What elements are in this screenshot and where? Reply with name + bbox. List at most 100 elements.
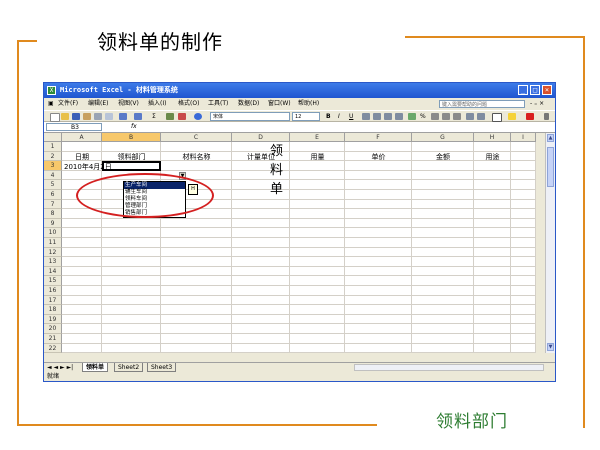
cell[interactable] <box>232 324 290 334</box>
row-header[interactable]: 11 <box>44 238 62 248</box>
cell[interactable] <box>62 324 102 334</box>
sort-icon[interactable] <box>166 113 174 120</box>
cell[interactable] <box>290 276 345 286</box>
row-header[interactable]: 5 <box>44 180 62 190</box>
menu-insert[interactable]: 插入(I) <box>148 98 166 110</box>
redo-icon[interactable] <box>134 113 142 120</box>
cell[interactable] <box>290 209 345 219</box>
cell[interactable] <box>232 257 290 267</box>
row-header[interactable]: 14 <box>44 266 62 277</box>
cell[interactable] <box>412 170 474 181</box>
cell[interactable] <box>232 343 290 354</box>
cell[interactable] <box>290 170 345 181</box>
scroll-up-icon[interactable]: ▲ <box>547 134 554 142</box>
cell[interactable] <box>102 247 161 258</box>
cell[interactable] <box>161 286 232 296</box>
cell[interactable] <box>232 295 290 306</box>
cell[interactable] <box>412 257 474 267</box>
cell[interactable] <box>345 286 412 296</box>
cell[interactable] <box>345 295 412 306</box>
cell[interactable] <box>232 286 290 296</box>
cell[interactable] <box>345 180 412 190</box>
cell[interactable] <box>62 247 102 258</box>
cell[interactable] <box>345 324 412 334</box>
cell[interactable] <box>102 228 161 238</box>
cell[interactable] <box>412 286 474 296</box>
row-header[interactable]: 18 <box>44 305 62 315</box>
cell[interactable] <box>62 343 102 354</box>
cell[interactable] <box>62 180 102 190</box>
cell[interactable] <box>290 142 345 152</box>
cell[interactable] <box>345 199 412 210</box>
cell[interactable] <box>511 247 536 258</box>
cell[interactable] <box>511 238 536 248</box>
cell[interactable] <box>511 151 536 162</box>
align-left-icon[interactable] <box>362 113 370 120</box>
cell[interactable] <box>412 161 474 171</box>
cell[interactable] <box>511 343 536 354</box>
cell[interactable] <box>290 305 345 315</box>
cell[interactable] <box>232 266 290 277</box>
cell[interactable] <box>345 266 412 277</box>
cell[interactable] <box>232 305 290 315</box>
cell[interactable] <box>102 314 161 325</box>
row-header[interactable]: 2 <box>44 151 62 162</box>
font-name-select[interactable]: 宋体 <box>210 112 290 121</box>
borders-icon[interactable] <box>492 113 502 122</box>
increase-indent-icon[interactable] <box>477 113 485 120</box>
cell[interactable] <box>345 218 412 229</box>
cell[interactable] <box>474 142 511 152</box>
dropdown-option[interactable]: 销售部门 <box>124 210 185 217</box>
menu-format[interactable]: 格式(O) <box>178 98 199 110</box>
select-all-corner[interactable] <box>44 133 62 142</box>
tab-sheet3[interactable]: Sheet3 <box>147 363 177 372</box>
cell[interactable] <box>62 142 102 152</box>
cell[interactable] <box>511 305 536 315</box>
cell[interactable] <box>474 266 511 277</box>
cell[interactable] <box>62 295 102 306</box>
workbook-icon[interactable]: ▣ <box>48 98 54 110</box>
cell[interactable] <box>345 190 412 200</box>
decrease-decimal-icon[interactable] <box>453 113 461 120</box>
cell[interactable] <box>102 257 161 267</box>
cell[interactable] <box>474 314 511 325</box>
permission-icon[interactable] <box>83 113 91 120</box>
menu-view[interactable]: 视图(V) <box>118 98 139 110</box>
cell[interactable] <box>161 257 232 267</box>
cell[interactable] <box>412 314 474 325</box>
save-icon[interactable] <box>72 113 80 120</box>
cell[interactable] <box>62 238 102 248</box>
cell[interactable] <box>102 343 161 354</box>
cell[interactable] <box>474 170 511 181</box>
cell[interactable] <box>102 238 161 248</box>
row-header[interactable]: 12 <box>44 247 62 258</box>
align-center-icon[interactable] <box>373 113 381 120</box>
cell[interactable] <box>62 276 102 286</box>
column-header[interactable]: G <box>412 133 474 142</box>
italic-button[interactable]: I <box>338 111 340 122</box>
cell[interactable] <box>345 257 412 267</box>
maximize-button[interactable]: □ <box>530 85 540 95</box>
horizontal-scrollbar[interactable] <box>354 364 544 371</box>
cell[interactable] <box>290 295 345 306</box>
cell[interactable] <box>232 209 290 219</box>
row-header[interactable]: 3 <box>44 161 62 171</box>
row-header[interactable]: 13 <box>44 257 62 267</box>
cell[interactable] <box>290 218 345 229</box>
column-header[interactable]: H <box>474 133 511 142</box>
cell[interactable] <box>290 180 345 190</box>
help-icon[interactable] <box>194 113 202 120</box>
cell[interactable] <box>102 286 161 296</box>
cell[interactable] <box>412 324 474 334</box>
cell[interactable] <box>62 314 102 325</box>
cell[interactable] <box>412 190 474 200</box>
cell[interactable] <box>161 238 232 248</box>
cell[interactable] <box>412 266 474 277</box>
cell[interactable] <box>290 266 345 277</box>
cell[interactable] <box>412 218 474 229</box>
cell[interactable] <box>62 334 102 344</box>
font-color-icon[interactable] <box>526 113 534 120</box>
cell[interactable] <box>161 305 232 315</box>
dropdown-option[interactable]: 管理部门 <box>124 203 185 210</box>
column-header[interactable]: I <box>511 133 536 142</box>
